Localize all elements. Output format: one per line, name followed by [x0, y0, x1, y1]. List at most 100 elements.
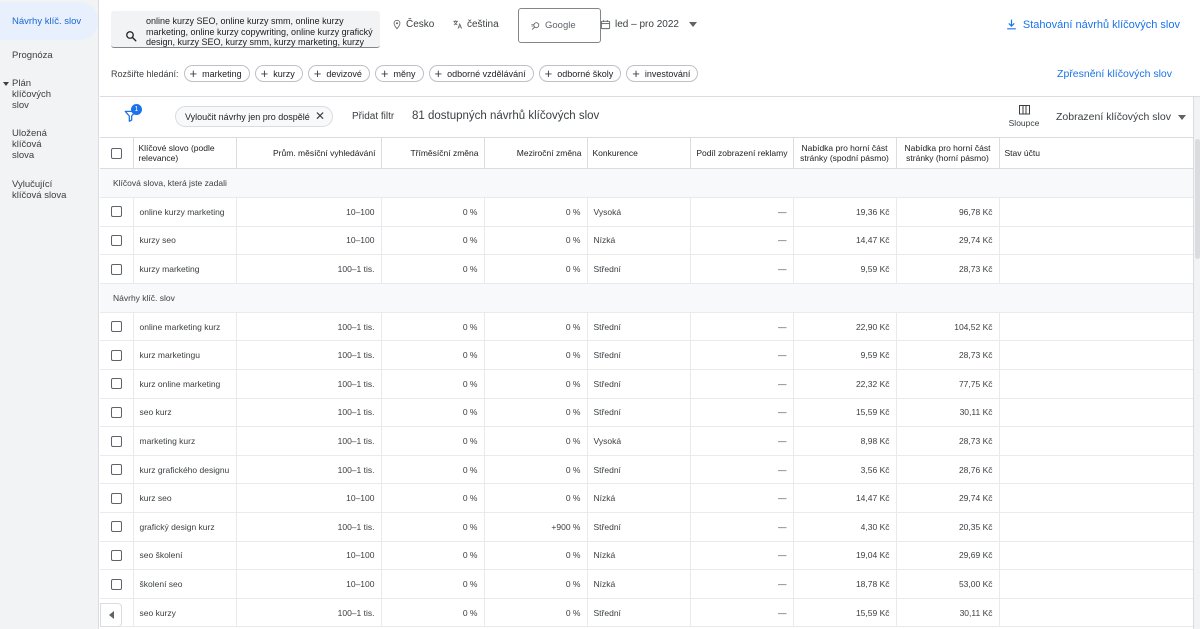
header-yoy-change[interactable]: Meziroční změna — [484, 137, 588, 169]
header-account-status[interactable]: Stav účtu — [999, 137, 1193, 169]
table-row[interactable]: kurzy marketing 100–1 tis. 0 % 0 % Střední —9… — [100, 254, 1193, 284]
row-checkbox[interactable] — [110, 378, 122, 390]
header-three-month-change[interactable]: Tříměsíční změna — [381, 137, 485, 169]
collapse-sidebar-button[interactable] — [100, 603, 122, 627]
broaden-chip-kurzy[interactable]: + kurzy — [254, 65, 303, 82]
three-month-change-cell: 0 % — [381, 512, 485, 542]
vertical-scrollbar[interactable] — [1193, 97, 1200, 629]
sidebar-item-negative-keywords[interactable]: Vylučující klíčová slova — [0, 179, 84, 201]
table-row[interactable]: grafický design kurz 100–1 tis. 0 % +900 % S… — [100, 512, 1193, 542]
table-row[interactable]: seo kurz 100–1 tis. 0 % 0 % Střední —15,59 Kč… — [100, 398, 1193, 428]
table-row[interactable]: marketing kurz 100–1 tis. 0 % 0 % Vysoká —8,9… — [100, 426, 1193, 456]
table-row[interactable]: kurz online marketing 100–1 tis. 0 % 0 % Stř… — [100, 369, 1193, 399]
location-selector[interactable]: Česko — [392, 19, 434, 30]
broaden-chip-investovani[interactable]: + investování — [626, 65, 699, 82]
account-status-cell — [999, 398, 1193, 428]
row-checkbox[interactable] — [110, 235, 122, 247]
scrollbar-thumb[interactable] — [1195, 139, 1200, 259]
row-checkbox[interactable] — [110, 492, 122, 504]
refine-keywords-button[interactable]: Zpřesnění klíčových slov — [1057, 68, 1172, 80]
header-bid-low[interactable]: Nabídka pro horní část stránky (spodní p… — [793, 137, 897, 169]
broaden-chip-odborne-vzdelavani[interactable]: + odborné vzdělávání — [428, 65, 534, 82]
row-select-cell — [100, 569, 134, 599]
row-checkbox[interactable] — [110, 578, 122, 590]
ad-impression-share-cell: — — [690, 455, 794, 485]
row-checkbox[interactable] — [110, 549, 122, 561]
yoy-change-cell: 0 % — [484, 398, 588, 428]
view-label: Zobrazení klíčových slov — [1056, 111, 1171, 123]
broaden-search: Rozšiřte hledání: + marketing + kurzy + dev… — [111, 65, 699, 82]
calendar-icon — [600, 20, 611, 30]
date-range-selector[interactable]: led – pro 2022 — [600, 19, 697, 30]
three-month-change-cell: 0 % — [381, 426, 485, 456]
table-row[interactable]: online kurzy marketing 10–100 0 % 0 % Vysoká… — [100, 197, 1193, 227]
broaden-chip-meny[interactable]: + měny — [374, 65, 424, 82]
avg-searches-cell: 100–1 tis. — [236, 512, 382, 542]
keywords-input[interactable]: online kurzy SEO, online kurzy smm, onli… — [111, 11, 380, 48]
table-row[interactable]: seo školení 10–100 0 % 0 % Nízká —19,04 Kč 29,… — [100, 541, 1193, 571]
sidebar-item-keyword-ideas[interactable]: Návrhy klíč. slov — [0, 2, 98, 40]
filter-count-badge: 1 — [131, 104, 142, 115]
keyword-cell: seo kurzy — [133, 598, 237, 628]
network-selector[interactable]: Google — [518, 8, 601, 43]
table-row[interactable]: kurz seo 10–100 0 % 0 % Nízká —14,47 Kč 29,74 … — [100, 483, 1193, 513]
results-count: 81 dostupných návrhů klíčových slov — [412, 110, 600, 122]
table-row[interactable]: školení seo 10–100 0 % 0 % Nízká —18,78 Kč 53,… — [100, 569, 1193, 599]
yoy-change-cell: 0 % — [484, 340, 588, 370]
account-status-cell — [999, 312, 1193, 342]
yoy-change-cell: 0 % — [484, 483, 588, 513]
sidebar-item-label: Návrhy klíč. slov — [12, 15, 82, 27]
sidebar-item-keyword-plan[interactable]: Plán klíčových slov — [0, 78, 70, 111]
row-checkbox[interactable] — [110, 349, 122, 361]
adult-filter-chip[interactable]: Vyloučit návrhy jen pro dospělé ✕ — [175, 106, 333, 127]
header-keyword[interactable]: Klíčové slovo (podle relevance) — [133, 137, 237, 169]
avg-searches-cell: 10–100 — [236, 197, 382, 227]
table-row[interactable]: seo kurzy 100–1 tis. 0 % 0 % Střední —15,59 K… — [100, 598, 1193, 628]
broaden-chip-marketing[interactable]: + marketing — [183, 65, 250, 82]
account-status-cell — [999, 483, 1193, 513]
table-row[interactable]: online marketing kurz 100–1 tis. 0 % 0 % Stř… — [100, 312, 1193, 342]
header-avg-searches[interactable]: Prům. měsíční vyhledávání — [236, 137, 382, 169]
avg-searches-cell: 100–1 tis. — [236, 369, 382, 399]
close-icon[interactable]: ✕ — [315, 110, 325, 123]
bid-high-cell: 96,78 Kč — [896, 197, 1000, 227]
columns-button[interactable]: Sloupce — [1007, 104, 1041, 128]
section-title: Návrhy klíč. slov — [100, 283, 1193, 313]
header-competition[interactable]: Konkurence — [587, 137, 691, 169]
competition-cell: Nízká — [587, 541, 691, 571]
table-row[interactable]: kurz grafického designu 100–1 tis. 0 % 0 % S… — [100, 455, 1193, 485]
sidebar-item-forecast[interactable]: Prognóza — [0, 50, 98, 61]
row-checkbox[interactable] — [110, 206, 122, 218]
translate-icon — [453, 20, 463, 29]
row-checkbox[interactable] — [110, 435, 122, 447]
add-filter-button[interactable]: Přidat filtr — [352, 111, 394, 122]
bid-high-cell: 28,73 Kč — [896, 340, 1000, 370]
row-checkbox[interactable] — [110, 521, 122, 533]
download-ideas-button[interactable]: Stahování návrhů klíčových slov — [1005, 18, 1180, 31]
chip-label: Vyloučit návrhy jen pro dospělé — [185, 111, 310, 122]
bid-low-cell: 14,47 Kč — [793, 483, 897, 513]
row-checkbox[interactable] — [110, 263, 122, 275]
table-row[interactable]: kurz marketingu 100–1 tis. 0 % 0 % Střední —9… — [100, 340, 1193, 370]
broaden-chip-odborne-skoly[interactable]: + odborné školy — [538, 65, 622, 82]
header-bid-high[interactable]: Nabídka pro horní část stránky (horní pá… — [896, 137, 1000, 169]
account-status-cell — [999, 369, 1193, 399]
ad-impression-share-cell: — — [690, 340, 794, 370]
row-select-cell — [100, 312, 134, 342]
expand-caret-icon[interactable] — [3, 82, 9, 86]
results-toolbar: 1 Vyloučit návrhy jen pro dospělé ✕ Přid… — [100, 98, 1193, 137]
keyword-view-selector[interactable]: Zobrazení klíčových slov — [1056, 111, 1186, 123]
row-checkbox[interactable] — [110, 321, 122, 333]
row-checkbox[interactable] — [110, 406, 122, 418]
download-icon — [1007, 19, 1016, 30]
header-ad-impression-share[interactable]: Podíl zobrazení reklamy — [690, 137, 794, 169]
row-checkbox[interactable] — [110, 464, 122, 476]
bid-high-cell: 30,11 Kč — [896, 598, 1000, 628]
language-selector[interactable]: čeština — [452, 19, 499, 30]
table-header-row: Klíčové slovo (podle relevance) Prům. mě… — [100, 137, 1193, 169]
sidebar-item-saved-keywords[interactable]: Uložená klíčová slova — [0, 128, 74, 161]
select-all-checkbox[interactable] — [110, 147, 122, 159]
keyword-cell: online kurzy marketing — [133, 197, 237, 227]
broaden-chip-devizove[interactable]: + devizové — [307, 65, 370, 82]
table-row[interactable]: kurzy seo 10–100 0 % 0 % Nízká —14,47 Kč 29,74… — [100, 226, 1193, 256]
